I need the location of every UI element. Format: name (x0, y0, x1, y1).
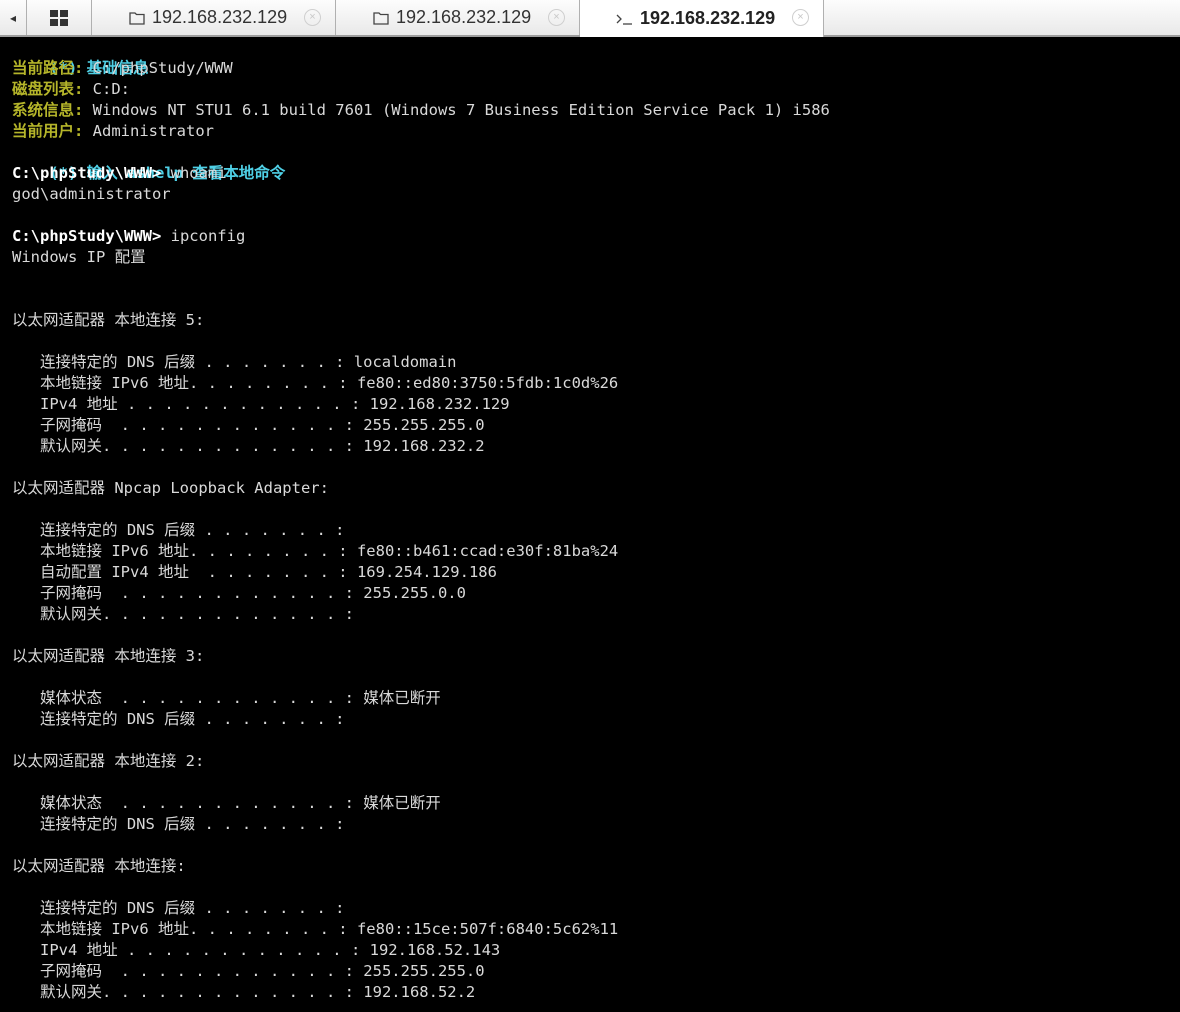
tab-file-manager-1[interactable]: 192.168.232.129 × (92, 0, 336, 35)
terminal-line: 磁盘列表: C:D: (12, 79, 1180, 100)
current-user-label: 当前用户: (12, 122, 84, 140)
terminal-line: 系统信息: Windows NT STU1 6.1 build 7601 (Wi… (12, 100, 1180, 121)
terminal-line: 当前用户: Administrator (12, 121, 1180, 142)
system-info-label: 系统信息: (12, 101, 84, 119)
grid-icon (50, 9, 68, 26)
terminal-output[interactable]: (*) 基础信息 当前路径: C:/phpStudy/WWW 磁盘列表: C:D… (0, 37, 1180, 1012)
terminal-line: 子网掩码 . . . . . . . . . . . . : 255.255.2… (12, 416, 485, 434)
terminal-line: 连接特定的 DNS 后缀 . . . . . . . : (12, 815, 345, 833)
current-path-label: 当前路径: (12, 59, 84, 77)
system-info-value: Windows NT STU1 6.1 build 7601 (Windows … (83, 101, 830, 119)
terminal-line: 默认网关. . . . . . . . . . . . . : (12, 605, 354, 623)
terminal-line: 以太网适配器 本地连接: (12, 857, 186, 875)
current-user-value: Administrator (83, 122, 214, 140)
terminal-line: Windows IP 配置 (12, 248, 146, 266)
terminal-line: 连接特定的 DNS 后缀 . . . . . . . : localdomain (12, 353, 457, 371)
terminal-line: (*) 基础信息 (12, 37, 1180, 77)
terminal-line: 以太网适配器 本地连接 2: (12, 752, 205, 770)
terminal-line: 默认网关. . . . . . . . . . . . . : 192.168.… (12, 983, 476, 1001)
terminal-line: 子网掩码 . . . . . . . . . . . . : 255.255.2… (12, 962, 485, 980)
disk-list-label: 磁盘列表: (12, 80, 84, 98)
folder-icon (128, 10, 146, 26)
ipconfig-output: Windows IP 配置以太网适配器 本地连接 5: 连接特定的 DNS 后缀… (12, 247, 1180, 1003)
close-icon[interactable]: × (792, 9, 809, 26)
terminal-line: 默认网关. . . . . . . . . . . . . : 192.168.… (12, 437, 485, 455)
tab-terminal[interactable]: 192.168.232.129 × (580, 0, 824, 37)
terminal-line: 以太网适配器 本地连接 5: (12, 311, 205, 329)
command-output: god\administrator (12, 185, 171, 203)
close-icon[interactable]: × (548, 9, 565, 26)
terminal-line: 以太网适配器 本地连接 3: (12, 647, 205, 665)
terminal-line: 本地链接 IPv6 地址. . . . . . . . : fe80::15ce… (12, 920, 619, 938)
disk-list-value: C:D: (83, 80, 131, 98)
grid-menu-button[interactable] (26, 0, 92, 35)
terminal-line: (*) 输入 ashelp 查看本地命令 (12, 142, 1180, 182)
shell-prompt: C:\phpStudy\WWW> (12, 227, 162, 245)
tab-bar: ◂ 192.168.232.129 × 192.168.232.129 × 19… (0, 0, 1180, 37)
terminal-line: IPv4 地址 . . . . . . . . . . . . : 192.16… (12, 941, 501, 959)
terminal-line: C:\phpStudy\WWW> whoami (12, 163, 1180, 184)
terminal-line: 当前路径: C:/phpStudy/WWW (12, 58, 1180, 79)
command-text: ipconfig (161, 227, 246, 245)
terminal-line: 连接特定的 DNS 后缀 . . . . . . . : (12, 521, 345, 539)
terminal-line: 自动配置 IPv4 地址 . . . . . . . : 169.254.129… (12, 563, 497, 581)
close-icon[interactable]: × (304, 9, 321, 26)
tab-title: 192.168.232.129 (396, 7, 532, 27)
terminal-line: 本地链接 IPv6 地址. . . . . . . . : fe80::ed80… (12, 374, 619, 392)
terminal-line: 连接特定的 DNS 后缀 . . . . . . . : (12, 710, 345, 728)
terminal-line: 媒体状态 . . . . . . . . . . . . : 媒体已断开 (12, 794, 441, 812)
tab-file-manager-2[interactable]: 192.168.232.129 × (336, 0, 580, 35)
chevron-left-icon: ◂ (9, 10, 17, 25)
terminal-line: 本地链接 IPv6 地址. . . . . . . . : fe80::b461… (12, 542, 619, 560)
tab-title: 192.168.232.129 (640, 8, 776, 28)
command-text: whoami (161, 164, 227, 182)
terminal-line: 子网掩码 . . . . . . . . . . . . : 255.255.0… (12, 584, 466, 602)
terminal-line: C:\phpStudy\WWW> ipconfig (12, 226, 1180, 247)
terminal-icon (616, 11, 634, 27)
tab-title: 192.168.232.129 (152, 7, 288, 27)
current-path-value: C:/phpStudy/WWW (83, 59, 233, 77)
terminal-line: 媒体状态 . . . . . . . . . . . . : 媒体已断开 (12, 689, 441, 707)
terminal-line: god\administrator (12, 184, 1180, 205)
terminal-line: 以太网适配器 Npcap Loopback Adapter: (12, 479, 329, 497)
scroll-left-button[interactable]: ◂ (0, 0, 26, 35)
folder-icon (372, 10, 390, 26)
terminal-line: IPv4 地址 . . . . . . . . . . . . : 192.16… (12, 395, 510, 413)
shell-prompt: C:\phpStudy\WWW> (12, 164, 162, 182)
terminal-line: 连接特定的 DNS 后缀 . . . . . . . : (12, 899, 345, 917)
